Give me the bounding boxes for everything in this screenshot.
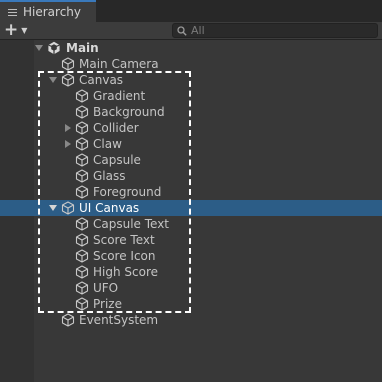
gameobject-icon xyxy=(61,313,75,327)
gameobject-icon xyxy=(75,249,89,263)
gameobject-icon xyxy=(75,297,89,311)
row-label: Collider xyxy=(93,121,139,135)
gameobject-icon xyxy=(75,137,89,151)
hierarchy-row[interactable]: Canvas xyxy=(0,72,382,88)
hierarchy-toolbar: + ▼ xyxy=(0,22,382,40)
row-label: Prize xyxy=(93,297,122,311)
gameobject-icon xyxy=(75,265,89,279)
row-label: Gradient xyxy=(93,89,146,103)
row-label: Background xyxy=(93,105,165,119)
hierarchy-row[interactable]: High Score xyxy=(0,264,382,280)
add-button[interactable]: + ▼ xyxy=(4,22,34,39)
hierarchy-row[interactable]: Gradient xyxy=(0,88,382,104)
hierarchy-row[interactable]: Foreground xyxy=(0,184,382,200)
hierarchy-row[interactable]: Claw xyxy=(0,136,382,152)
search-field[interactable] xyxy=(172,23,378,38)
row-label: Claw xyxy=(93,137,122,151)
hierarchy-row[interactable]: UFO xyxy=(0,280,382,296)
list-icon xyxy=(8,9,17,16)
hierarchy-row[interactable]: Main Camera xyxy=(0,56,382,72)
row-label: Capsule Text xyxy=(93,217,170,231)
hierarchy-row[interactable]: Background xyxy=(0,104,382,120)
row-label: Glass xyxy=(93,169,126,183)
gameobject-icon xyxy=(75,217,89,231)
gameobject-icon xyxy=(75,169,89,183)
gameobject-icon xyxy=(75,89,89,103)
search-icon xyxy=(177,25,187,36)
scene-row[interactable]: Main xyxy=(0,40,382,56)
unity-scene-icon xyxy=(47,41,61,55)
row-label: Score Icon xyxy=(93,249,156,263)
row-label: Main Camera xyxy=(79,57,159,71)
chevron-down-icon: ▼ xyxy=(21,26,28,35)
row-label: UFO xyxy=(93,281,119,295)
gameobject-icon xyxy=(61,57,75,71)
row-label: EventSystem xyxy=(79,313,159,327)
gameobject-icon xyxy=(75,233,89,247)
collapse-arrow-icon[interactable] xyxy=(48,72,58,88)
hierarchy-row[interactable]: Capsule Text xyxy=(0,216,382,232)
search-input[interactable] xyxy=(191,24,371,37)
tab-hierarchy[interactable]: Hierarchy xyxy=(0,0,96,22)
row-label: Capsule xyxy=(93,153,141,167)
row-label: Score Text xyxy=(93,233,155,247)
hierarchy-row[interactable]: Capsule xyxy=(0,152,382,168)
hierarchy-row[interactable]: Score Text xyxy=(0,232,382,248)
gameobject-icon xyxy=(61,73,75,87)
hierarchy-row[interactable]: EventSystem xyxy=(0,312,382,328)
hierarchy-row[interactable]: Collider xyxy=(0,120,382,136)
row-label: UI Canvas xyxy=(79,201,140,215)
row-label: Canvas xyxy=(79,73,124,87)
expand-arrow-icon[interactable] xyxy=(63,120,73,136)
hierarchy-row[interactable]: Glass xyxy=(0,168,382,184)
tab-bar: Hierarchy xyxy=(0,0,382,22)
gameobject-icon xyxy=(75,185,89,199)
plus-icon: + xyxy=(4,20,19,40)
tab-label: Hierarchy xyxy=(23,5,82,19)
gameobject-icon xyxy=(75,281,89,295)
row-label: Foreground xyxy=(93,185,162,199)
row-label: Main xyxy=(66,41,99,55)
gameobject-icon xyxy=(75,121,89,135)
hierarchy-row[interactable]: UI Canvas xyxy=(0,200,382,216)
row-label: High Score xyxy=(93,265,159,279)
hierarchy-row[interactable]: Prize xyxy=(0,296,382,312)
collapse-arrow-icon[interactable] xyxy=(34,40,44,56)
hierarchy-row[interactable]: Score Icon xyxy=(0,248,382,264)
hierarchy-tree: Main Main Camera Canvas Gradient Background C… xyxy=(0,40,382,328)
gameobject-icon xyxy=(75,105,89,119)
expand-arrow-icon[interactable] xyxy=(63,136,73,152)
collapse-arrow-icon[interactable] xyxy=(48,200,58,216)
gameobject-icon xyxy=(61,201,75,215)
gameobject-icon xyxy=(75,153,89,167)
